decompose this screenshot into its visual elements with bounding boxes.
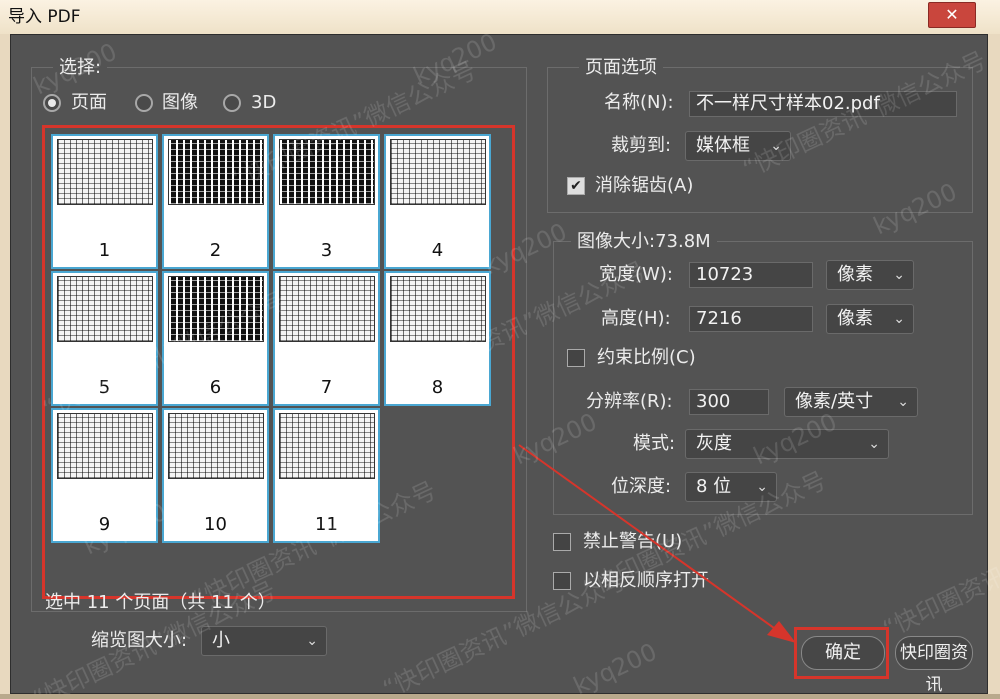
bottom-background-strip — [0, 694, 1000, 699]
chevron-down-icon: ⌄ — [893, 311, 905, 327]
window-title: 导入 PDF — [8, 7, 81, 27]
close-icon: ✕ — [945, 5, 959, 24]
depth-label: 位深度: — [611, 476, 672, 497]
page-thumbnail[interactable]: 1 — [51, 134, 158, 269]
page-preview — [168, 139, 264, 205]
title-bar: 导入 PDF ✕ — [0, 0, 1000, 34]
mode-select[interactable]: 灰度 ⌄ — [685, 429, 889, 459]
page-number: 10 — [204, 514, 227, 535]
chevron-down-icon: ⌄ — [756, 479, 768, 495]
height-label: 高度(H): — [601, 308, 671, 329]
page-thumbnail[interactable]: 4 — [384, 134, 491, 269]
page-preview — [57, 276, 153, 342]
antialias-checkbox[interactable]: ✔ — [567, 177, 585, 195]
mode-label: 模式: — [633, 433, 676, 454]
radio-image-label: 图像 — [162, 92, 198, 113]
height-field[interactable]: 7216 — [689, 306, 813, 332]
page-options-title: 页面选项 — [579, 57, 663, 79]
width-field[interactable]: 10723 — [689, 262, 813, 288]
page-preview — [168, 276, 264, 342]
page-thumbnail[interactable]: 6 — [162, 271, 269, 406]
constrain-label: 约束比例(C) — [597, 347, 696, 368]
ok-highlight-box — [794, 627, 889, 679]
import-pdf-dialog: 选择: 页面 图像 3D 1 2 3 4 5 6 7 8 9 10 11 选中 … — [10, 28, 1000, 699]
crop-label: 裁剪到: — [611, 135, 672, 156]
radio-3d[interactable] — [223, 94, 241, 112]
height-unit-value: 像素 — [837, 308, 873, 329]
watermark: kyq200 — [569, 637, 662, 699]
select-group-title: 选择: — [53, 57, 108, 79]
page-number: 6 — [209, 377, 222, 398]
page-number: 4 — [431, 240, 444, 261]
width-label: 宽度(W): — [599, 264, 673, 285]
mode-value: 灰度 — [696, 433, 732, 454]
resolution-unit-value: 像素/英寸 — [795, 391, 874, 412]
page-number: 11 — [315, 514, 338, 535]
brand-label: 快印圈资讯 — [900, 643, 968, 695]
width-unit-select[interactable]: 像素 ⌄ — [826, 260, 914, 290]
thumb-size-select[interactable]: 小 ⌄ — [201, 626, 327, 656]
page-preview — [57, 413, 153, 479]
page-thumbnail[interactable]: 9 — [51, 408, 158, 543]
page-thumbnail[interactable]: 8 — [384, 271, 491, 406]
chevron-down-icon: ⌄ — [770, 138, 782, 154]
page-thumbnail[interactable]: 3 — [273, 134, 380, 269]
page-preview — [279, 139, 375, 205]
height-unit-select[interactable]: 像素 ⌄ — [826, 304, 914, 334]
chevron-down-icon: ⌄ — [893, 267, 905, 283]
crop-value: 媒体框 — [696, 135, 750, 156]
radio-3d-label: 3D — [251, 92, 277, 113]
page-thumbnail[interactable]: 7 — [273, 271, 380, 406]
suppress-warnings-label: 禁止警告(U) — [583, 531, 683, 552]
name-label: 名称(N): — [604, 92, 674, 113]
page-preview — [57, 139, 153, 205]
reverse-order-checkbox[interactable] — [553, 572, 571, 590]
page-number: 3 — [320, 240, 333, 261]
constrain-checkbox[interactable] — [567, 349, 585, 367]
brand-button[interactable]: 快印圈资讯 — [895, 636, 973, 695]
reverse-order-label: 以相反顺序打开 — [583, 570, 709, 591]
antialias-label: 消除锯齿(A) — [595, 175, 694, 196]
chevron-down-icon: ⌄ — [306, 633, 318, 649]
depth-value: 8 位 — [696, 476, 732, 497]
watermark: “快印圈资讯”微信公众号 — [878, 506, 1000, 644]
radio-page-label: 页面 — [71, 92, 107, 113]
crop-select[interactable]: 媒体框 ⌄ — [685, 131, 791, 161]
radio-image[interactable] — [135, 94, 153, 112]
name-field[interactable]: 不一样尺寸样本02.pdf — [689, 91, 957, 117]
image-size-title: 图像大小:73.8M — [571, 231, 717, 253]
page-preview — [168, 413, 264, 479]
page-thumbnail[interactable]: 5 — [51, 271, 158, 406]
resolution-field[interactable]: 300 — [689, 389, 769, 415]
page-number: 1 — [98, 240, 111, 261]
resolution-unit-select[interactable]: 像素/英寸 ⌄ — [784, 387, 918, 417]
page-thumbnail[interactable]: 2 — [162, 134, 269, 269]
arrow-head-icon — [767, 621, 796, 643]
width-unit-value: 像素 — [837, 264, 873, 285]
thumb-size-label: 缩览图大小: — [91, 630, 188, 651]
page-number: 9 — [98, 514, 111, 535]
close-button[interactable]: ✕ — [928, 2, 976, 28]
page-preview — [390, 276, 486, 342]
page-preview — [390, 139, 486, 205]
page-number: 8 — [431, 377, 444, 398]
selection-status: 选中 11 个页面（共 11 个） — [45, 592, 276, 613]
page-preview — [279, 276, 375, 342]
thumb-size-value: 小 — [212, 630, 230, 651]
chevron-down-icon: ⌄ — [897, 394, 909, 410]
depth-select[interactable]: 8 位 ⌄ — [685, 472, 777, 502]
page-number: 5 — [98, 377, 111, 398]
suppress-warnings-checkbox[interactable] — [553, 533, 571, 551]
page-thumbnail[interactable]: 11 — [273, 408, 380, 543]
resolution-label: 分辨率(R): — [586, 391, 673, 412]
radio-page[interactable] — [43, 94, 61, 112]
page-thumbnails-grid: 1 2 3 4 5 6 7 8 9 10 11 — [42, 125, 515, 599]
page-number: 7 — [320, 377, 333, 398]
page-number: 2 — [209, 240, 222, 261]
chevron-down-icon: ⌄ — [868, 436, 880, 452]
page-preview — [279, 413, 375, 479]
page-thumbnail[interactable]: 10 — [162, 408, 269, 543]
